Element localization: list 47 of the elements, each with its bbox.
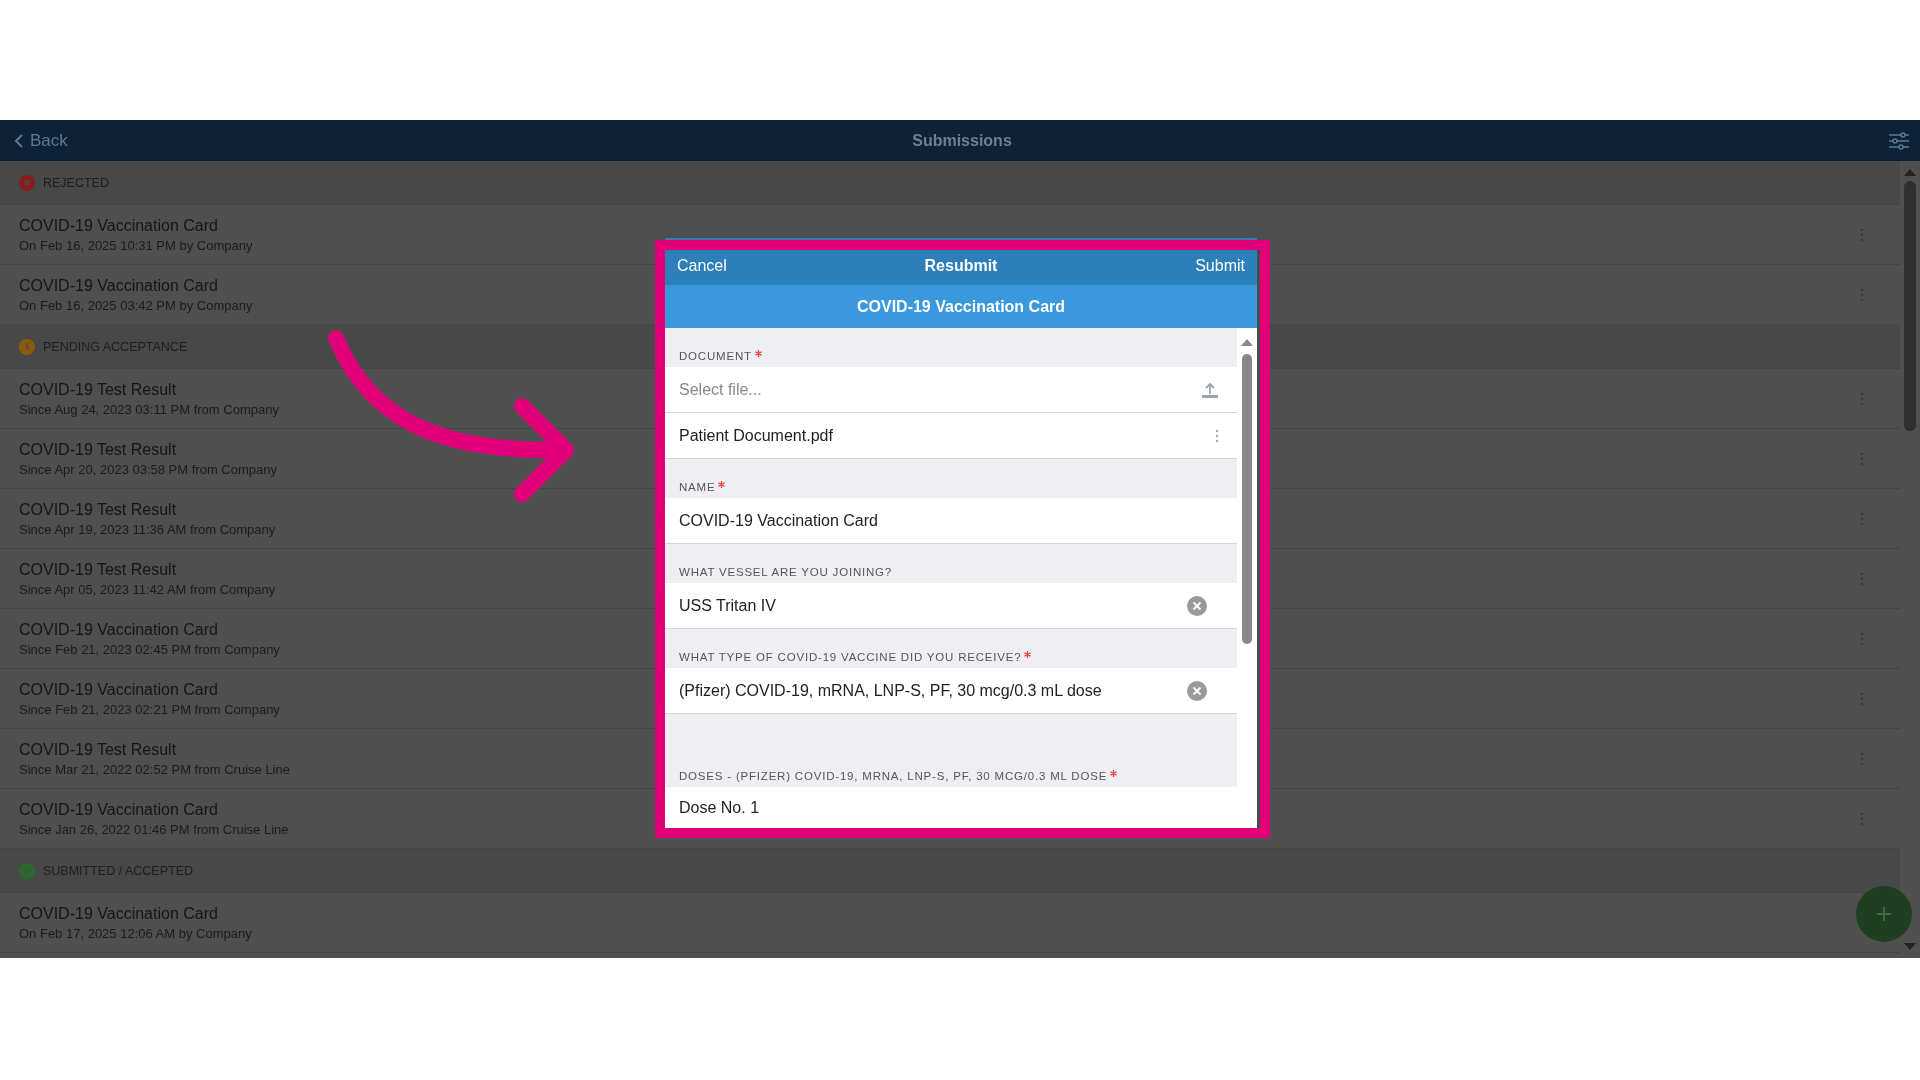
item-title: COVID-19 Vaccination Card — [19, 216, 219, 235]
item-title: COVID-19 Vaccination Card — [19, 800, 219, 819]
back-button[interactable]: Back — [14, 130, 154, 151]
scroll-up-icon[interactable] — [1241, 338, 1253, 346]
field-label: WHAT TYPE OF COVID-19 VACCINE DID YOU RECEIVE? — [679, 651, 1022, 663]
dialog-title: Resubmit — [924, 256, 998, 275]
item-title: COVID-19 Vaccination Card — [19, 276, 219, 295]
select-field[interactable]: USS Tritan IV — [665, 583, 1237, 629]
back-chevron-icon — [14, 132, 24, 149]
page-title: Submissions — [912, 131, 1012, 150]
check-circle-icon — [19, 862, 35, 879]
field-label: NAME — [679, 481, 716, 493]
scroll-up-icon[interactable] — [1903, 167, 1917, 177]
cancel-button[interactable]: Cancel — [677, 256, 727, 275]
select-field[interactable]: (Pfizer) COVID-19, mRNA, LNP-S, PF, 30 mcg/0.3 mL dose — [665, 668, 1237, 714]
file-placeholder: Select file... — [679, 380, 762, 399]
clear-icon[interactable] — [1187, 595, 1207, 616]
filter-icon[interactable] — [1888, 130, 1910, 151]
upload-icon[interactable] — [1201, 380, 1219, 399]
attached-file[interactable]: Patient Document.pdf — [665, 413, 1237, 459]
scroll-down-icon[interactable] — [1903, 942, 1917, 952]
name-field[interactable]: COVID-19 Vaccination Card — [665, 498, 1237, 544]
field-label: WHAT VESSEL ARE YOU JOINING? — [679, 566, 893, 578]
add-button[interactable] — [1856, 886, 1912, 942]
item-title: COVID-19 Test Result — [19, 740, 178, 759]
item-title: COVID-19 Test Result — [19, 440, 178, 459]
field-label: DOCUMENT — [679, 350, 752, 362]
submit-button[interactable]: Submit — [1195, 256, 1245, 275]
form-title: COVID-19 Vaccination Card — [665, 285, 1257, 328]
clock-icon — [19, 338, 35, 355]
dose-item[interactable]: Dose No. 1 — [665, 787, 1237, 828]
item-title: COVID-19 Vaccination Card — [19, 680, 219, 699]
item-title: COVID-19 Test Result — [19, 500, 178, 519]
clear-icon[interactable] — [1187, 680, 1207, 701]
item-title: COVID-19 Test Result — [19, 380, 178, 399]
item-title: COVID-19 Vaccination Card — [19, 904, 219, 923]
file-name: Patient Document.pdf — [679, 426, 833, 445]
scroll-thumb[interactable] — [1242, 354, 1252, 644]
more-icon[interactable] — [1215, 428, 1219, 443]
plus-icon — [1875, 905, 1893, 923]
item-title: COVID-19 Vaccination Card — [19, 620, 219, 639]
file-picker[interactable]: Select file... — [665, 367, 1237, 413]
scroll-thumb[interactable] — [1904, 181, 1916, 431]
field-label: DOSES - (PFIZER) COVID-19, MRNA, LNP-S, PF, 30 MCG/0.3 ML DOSE — [679, 770, 1108, 782]
error-icon — [19, 174, 35, 191]
item-title: COVID-19 Test Result — [19, 560, 178, 579]
dialog-scrollbar[interactable] — [1237, 328, 1257, 828]
